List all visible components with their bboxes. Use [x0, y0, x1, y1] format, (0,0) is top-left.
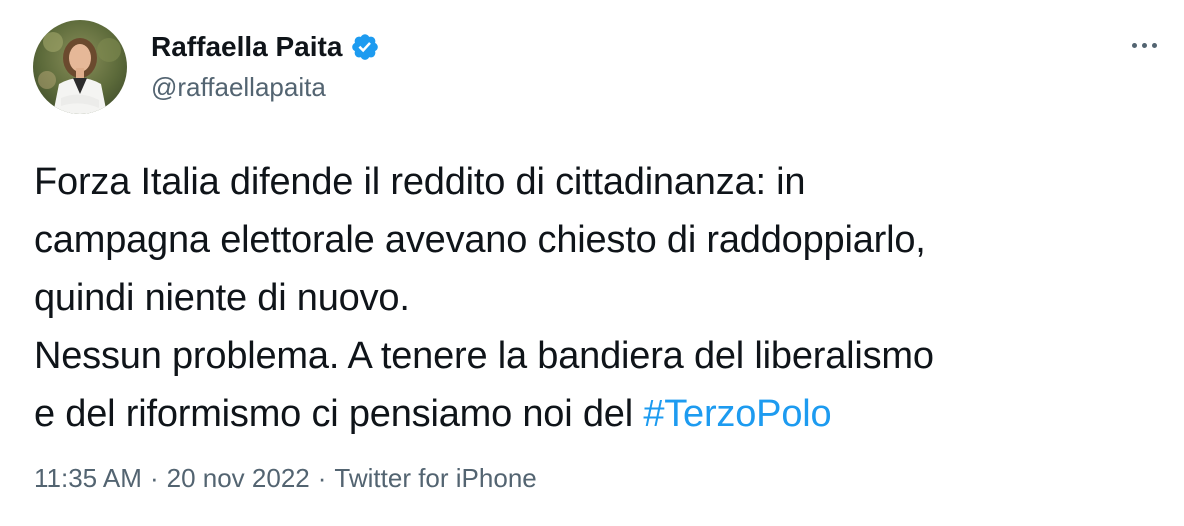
tweet-text-line: Nessun problema. A tenere la bandiera de… [34, 335, 934, 377]
author-info: Raffaella Paita @raffaellapaita [151, 28, 380, 103]
more-dot [1151, 42, 1157, 48]
tweet-text-line: campagna elettorale avevano chiesto di r… [34, 219, 926, 261]
tweet-time[interactable]: 11:35 AM [34, 463, 142, 493]
hashtag-link[interactable]: #TerzoPolo [643, 393, 831, 435]
meta-separator: · [317, 463, 327, 493]
more-dot [1131, 42, 1137, 48]
tweet-source[interactable]: Twitter for iPhone [334, 463, 536, 493]
tweet-text-segment: e del riformismo ci pensiamo noi del [34, 393, 644, 435]
tweet-date[interactable]: 20 nov 2022 [167, 463, 310, 493]
author-handle[interactable]: @raffaellapaita [151, 72, 380, 103]
more-options-icon[interactable] [1122, 30, 1166, 60]
tweet-text: Forza Italia difende il reddito di citta… [34, 153, 1154, 443]
author-display-name[interactable]: Raffaella Paita [151, 31, 342, 63]
more-dot [1141, 42, 1147, 48]
display-name-row: Raffaella Paita [151, 28, 380, 66]
author-avatar[interactable] [33, 20, 127, 114]
tweet-text-line: Forza Italia difende il reddito di citta… [34, 161, 806, 203]
tweet-metadata: 11:35 AM · 20 nov 2022 · Twitter for iPhone [34, 463, 537, 494]
tweet-card: Raffaella Paita @raffaellapaita Forza It… [0, 0, 1184, 526]
avatar-photo [33, 20, 127, 114]
meta-separator: · [149, 463, 159, 493]
tweet-text-line: quindi niente di nuovo. [34, 277, 410, 319]
tweet-text-last-line: e del riformismo ci pensiamo noi del #Te… [34, 385, 1154, 443]
verified-badge-icon [350, 32, 380, 62]
